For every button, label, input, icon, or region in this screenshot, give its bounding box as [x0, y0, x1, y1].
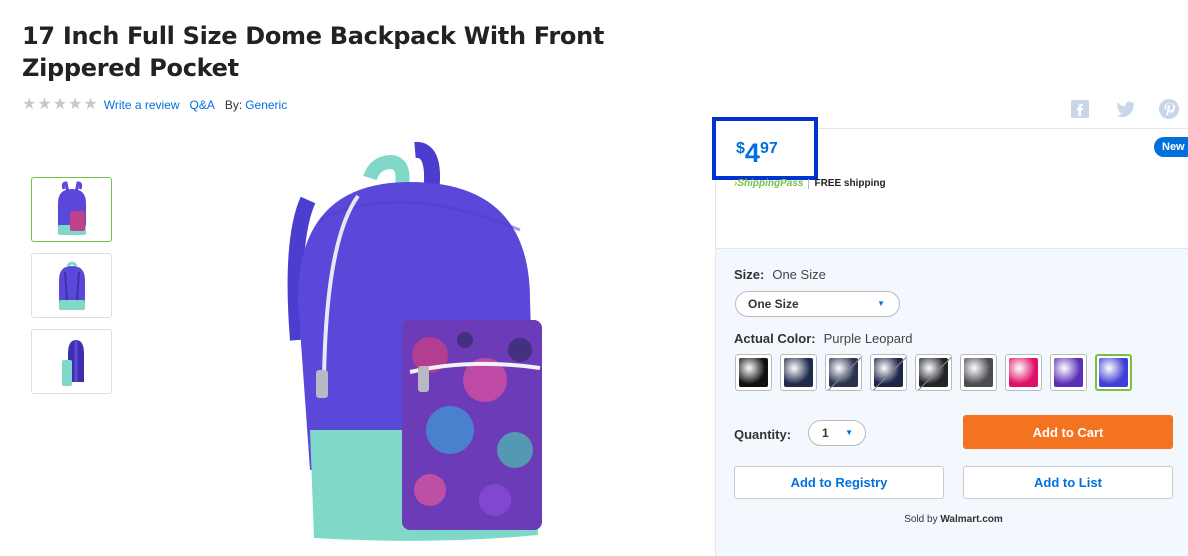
backpack-back-thumb-image	[58, 261, 85, 310]
share-icons	[1070, 99, 1090, 119]
price-highlight-box: $ 4 97	[712, 117, 818, 180]
thumbnail-front[interactable]	[31, 177, 112, 242]
price-cents: 97	[759, 140, 778, 157]
add-to-cart-button[interactable]: Add to Cart	[963, 415, 1173, 449]
chevron-down-icon: ▼	[845, 428, 853, 437]
size-select-value: One Size	[748, 297, 799, 311]
backpack-thumb-image	[57, 180, 86, 235]
color-swatch-list	[735, 354, 1132, 391]
color-label-row: Actual Color: Purple Leopard	[734, 331, 913, 346]
sold-by-prefix: Sold by	[904, 514, 938, 525]
price-dollars: 4	[744, 138, 760, 168]
color-swatch-purple[interactable]	[1050, 354, 1087, 391]
star-icon: ★	[52, 96, 68, 113]
color-swatch-navy-gray[interactable]	[825, 354, 862, 391]
rating-stars[interactable]: ★ ★ ★ ★ ★	[22, 97, 98, 113]
chevron-down-icon: ▼	[877, 299, 885, 308]
twitter-icon[interactable]	[1116, 99, 1136, 119]
add-to-registry-button[interactable]: Add to Registry	[734, 466, 944, 499]
condition-badge: New	[1154, 137, 1188, 157]
write-review-link[interactable]: Write a review	[104, 98, 180, 112]
color-label: Actual Color:	[734, 331, 816, 346]
add-to-list-button[interactable]: Add to List	[963, 466, 1173, 499]
seller-name[interactable]: Walmart.com	[940, 514, 1002, 525]
sold-by: Sold by Walmart.com	[734, 514, 1173, 525]
color-swatch-pink[interactable]	[1005, 354, 1042, 391]
quantity-select[interactable]: 1 ▼	[808, 420, 866, 446]
color-swatch-black[interactable]	[735, 354, 772, 391]
color-swatch-black-gray[interactable]	[915, 354, 952, 391]
shipping-info: ›ShippingPass FREE shipping	[734, 178, 886, 189]
price-currency: $	[736, 140, 745, 157]
swatch-fill	[1099, 358, 1128, 387]
product-title: 17 Inch Full Size Dome Backpack With Fro…	[22, 22, 605, 82]
size-value: One Size	[772, 267, 826, 282]
backpack-side-thumb-image	[61, 339, 84, 386]
color-swatch-purple-leopard[interactable]	[1095, 354, 1132, 391]
color-swatch-navy[interactable]	[780, 354, 817, 391]
price: $ 4 97	[736, 138, 778, 168]
quantity-value: 1	[822, 426, 829, 440]
thumbnail-back[interactable]	[31, 253, 112, 318]
star-icon: ★	[37, 96, 52, 113]
star-icon: ★	[83, 96, 98, 113]
color-swatch-gray[interactable]	[960, 354, 997, 391]
free-shipping-text: FREE shipping	[814, 178, 886, 189]
facebook-icon[interactable]	[1070, 99, 1090, 119]
pinterest-share	[1159, 99, 1179, 119]
size-label-row: Size: One Size	[734, 267, 826, 282]
shipping-pass-logo[interactable]: ›ShippingPass	[734, 178, 803, 189]
qa-link[interactable]: Q&A	[190, 98, 215, 112]
brand-link[interactable]: Generic	[245, 98, 287, 112]
color-value: Purple Leopard	[823, 331, 913, 346]
product-hero-image[interactable]	[280, 140, 555, 550]
swatch-fill	[784, 358, 813, 387]
swatch-fill	[1009, 358, 1038, 387]
size-select[interactable]: One Size ▼	[735, 291, 900, 317]
quantity-label: Quantity:	[734, 427, 792, 442]
thumbnail-side[interactable]	[31, 329, 112, 394]
product-meta-row: ★ ★ ★ ★ ★ Write a review Q&A By: Generic	[22, 97, 297, 113]
swatch-fill	[1054, 358, 1083, 387]
color-swatch-navy-dark[interactable]	[870, 354, 907, 391]
twitter-share	[1116, 99, 1136, 119]
pinterest-icon[interactable]	[1159, 99, 1179, 119]
swatch-fill	[739, 358, 768, 387]
thumbnail-list	[31, 177, 112, 394]
star-icon: ★	[68, 96, 83, 113]
swatch-fill	[964, 358, 993, 387]
star-icon: ★	[22, 96, 37, 113]
shipping-divider	[808, 178, 810, 189]
brand-by-label: By:	[224, 98, 243, 112]
size-label: Size:	[734, 267, 765, 282]
